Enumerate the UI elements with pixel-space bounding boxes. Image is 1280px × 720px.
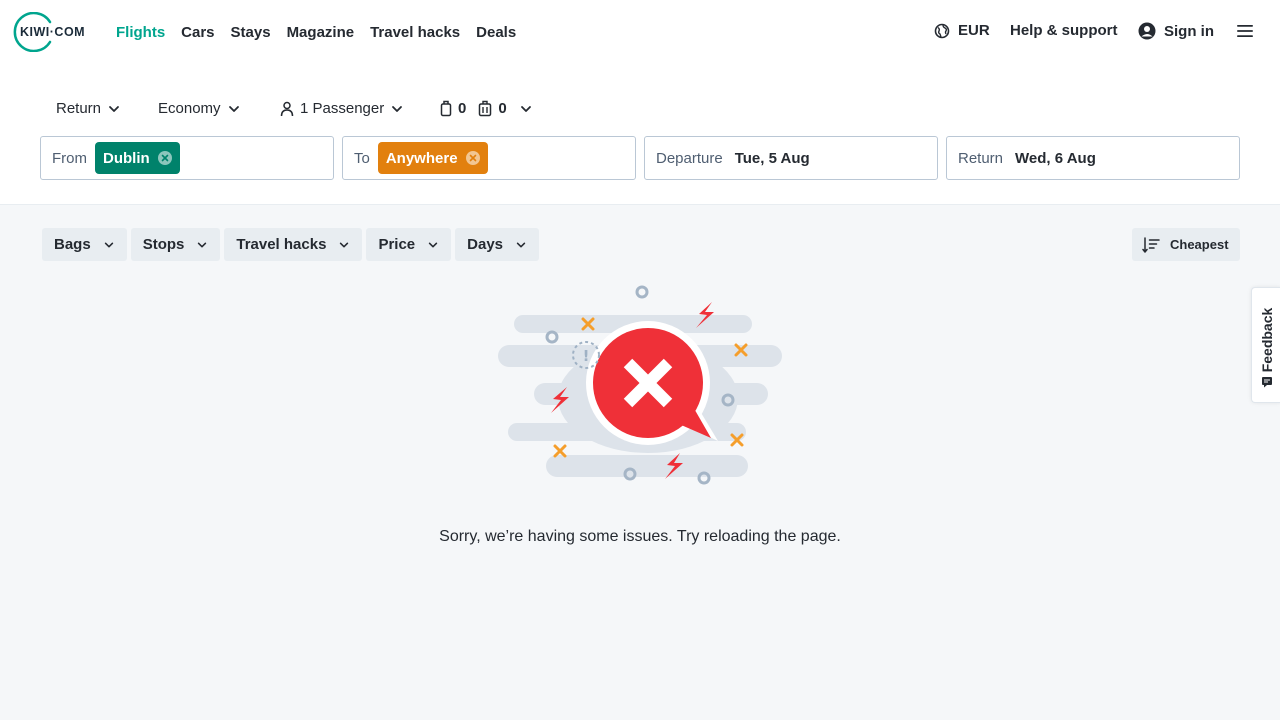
currency-label: EUR [958,22,990,39]
from-chip-dublin[interactable]: Dublin [95,142,180,174]
chevron-down-icon [516,242,526,247]
error-message: Sorry, we’re having some issues. Try rel… [439,528,841,545]
feedback-icon [1262,377,1272,388]
sort-icon [1142,236,1160,253]
feedback-tab[interactable]: Feedback [1251,287,1280,403]
filter-bags[interactable]: Bags [42,228,127,261]
filter-bar: Bags Stops Travel hacks Price Days [42,228,539,261]
checked-bag-icon [479,100,492,117]
return-label: Return [958,149,1004,167]
departure-value: Tue, 5 Aug [734,149,810,167]
hamburger-menu-icon [1237,25,1253,37]
filter-days[interactable]: Days [455,228,539,261]
sort-button[interactable]: Cheapest [1132,228,1240,261]
from-field[interactable]: From Dublin [40,136,334,180]
nav-cars[interactable]: Cars [181,24,214,41]
chevron-down-icon [428,242,438,247]
cabin-bags-count: 0 [458,100,467,117]
nav-flights[interactable]: Flights [116,24,165,41]
nav-deals[interactable]: Deals [476,24,516,41]
chevron-down-icon [340,242,349,247]
from-chip-label: Dublin [103,149,150,167]
trip-type-select[interactable]: Return [56,100,121,117]
feedback-label: Feedback [1259,307,1275,373]
filter-label: Travel hacks [236,236,327,253]
search-panel: Return Economy 1 Passenger 0 0 From Dubl… [0,64,1280,205]
help-label: Help & support [1010,22,1118,39]
currency-selector[interactable]: EUR [934,22,990,39]
cabin-class-label: Economy [158,100,221,117]
sign-in-label: Sign in [1164,22,1214,40]
chevron-down-icon [228,105,239,112]
error-illustration: ! [498,285,782,485]
globe-icon [934,23,950,38]
nav-magazine[interactable]: Magazine [287,24,355,41]
top-navigation-bar: KIWI·COM Flights Cars Stays Magazine Tra… [0,0,1280,64]
filter-label: Days [467,236,503,253]
hamburger-menu-button[interactable] [1236,22,1254,40]
filter-price[interactable]: Price [366,228,452,261]
filter-stops[interactable]: Stops [130,228,221,261]
chevron-down-icon [104,242,113,247]
passengers-label: 1 Passenger [300,100,385,117]
close-circle-icon[interactable] [465,151,480,165]
filter-label: Price [378,236,416,253]
kiwi-logo[interactable]: KIWI·COM [12,12,96,52]
to-chip-label: Anywhere [385,149,458,167]
filter-label: Stops [142,236,185,253]
filter-label: Bags [54,236,91,253]
passengers-select[interactable]: 1 Passenger [280,100,404,117]
bags-select[interactable]: 0 0 [440,100,533,117]
departure-label: Departure [656,149,723,167]
nav-travel-hacks[interactable]: Travel hacks [370,24,460,41]
chevron-down-icon [198,242,207,247]
close-circle-icon[interactable] [157,151,172,165]
to-label: To [354,149,370,167]
cabin-class-select[interactable]: Economy [158,100,241,117]
person-icon [280,101,294,116]
from-label: From [52,149,87,167]
filter-travel-hacks[interactable]: Travel hacks [224,228,363,261]
return-date-field[interactable]: Return Wed, 6 Aug [946,136,1240,180]
logo-text: KIWI·COM [20,25,86,39]
trip-type-label: Return [56,100,102,117]
chevron-down-icon [392,105,403,112]
nav-stays[interactable]: Stays [231,24,271,41]
main-nav: Flights Cars Stays Magazine Travel hacks… [116,0,516,64]
user-circle-icon [1138,22,1156,40]
departure-date-field[interactable]: Departure Tue, 5 Aug [644,136,938,180]
checked-bags-count: 0 [498,100,507,117]
to-field[interactable]: To Anywhere [342,136,636,180]
svg-text:!: ! [583,347,590,365]
help-support-link[interactable]: Help & support [1010,22,1118,39]
cabin-bag-icon [440,100,452,117]
return-value: Wed, 6 Aug [1015,149,1096,167]
chevron-down-icon [109,105,119,112]
sign-in-button[interactable]: Sign in [1138,22,1214,40]
sort-label: Cheapest [1170,237,1229,252]
to-chip-anywhere[interactable]: Anywhere [377,142,488,174]
chevron-down-icon [520,105,531,112]
